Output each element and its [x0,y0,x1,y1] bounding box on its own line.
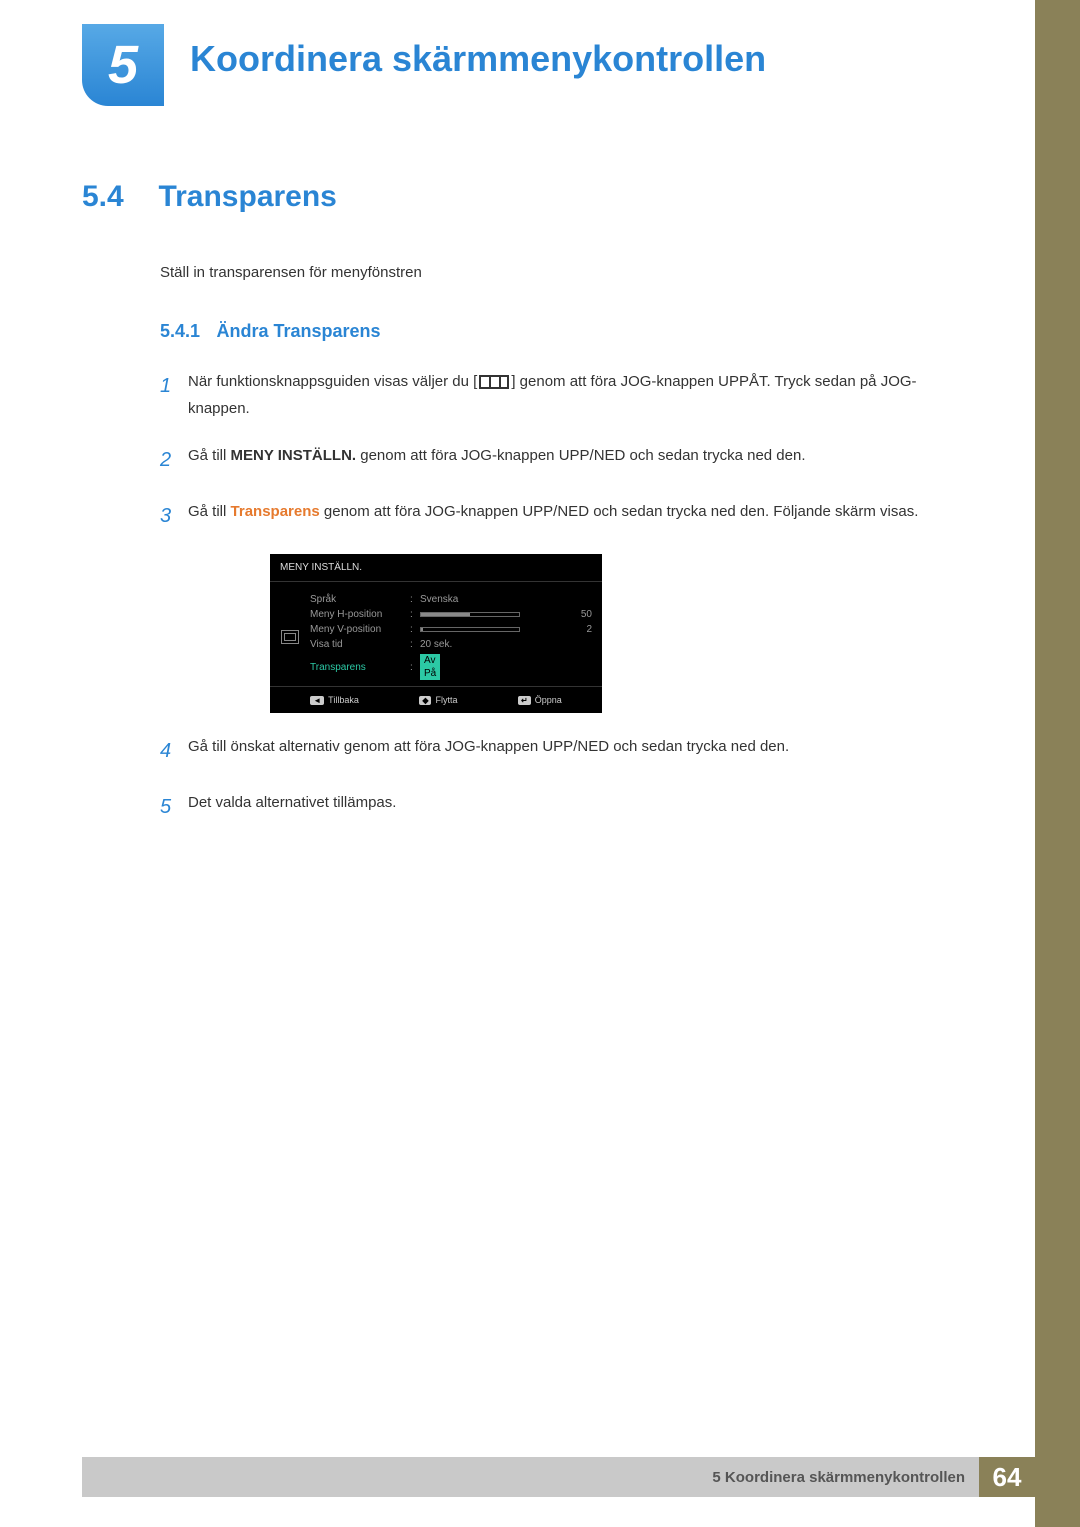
chapter-title: Koordinera skärmmenykontrollen [190,38,766,80]
osd-icon-column [270,592,310,682]
option-on: På [420,667,440,680]
osd-row-transparency: Transparens : Av På [310,652,602,682]
step-number: 3 [160,498,188,534]
menu-icon [479,375,509,389]
osd-footer: ◄Tillbaka ◆Flytta ↵Öppna [270,686,602,707]
step-text: Gå till MENY INSTÄLLN. genom att föra JO… [188,442,962,478]
section-title: Transparens [158,180,336,213]
step-text: När funktionsknappsguiden visas väljer d… [188,368,962,422]
step-text: Det valda alternativet tillämpas. [188,789,962,825]
step-number: 1 [160,368,188,422]
osd-row-language: Språk : Svenska [310,592,602,607]
settings-icon [281,630,299,644]
step-number: 5 [160,789,188,825]
osd-screenshot: MENY INSTÄLLN. Språk : Svenska Meny H-po… [270,554,602,713]
page-footer: 5 Koordinera skärmmenykontrollen 64 [82,1457,1035,1497]
step-text: Gå till önskat alternativ genom att föra… [188,733,962,769]
step-2: 2 Gå till MENY INSTÄLLN. genom att föra … [160,442,962,478]
chapter-number: 5 [108,34,138,96]
subsection-number: 5.4.1 [160,321,200,341]
step-5: 5 Det valda alternativet tillämpas. [160,789,962,825]
osd-back: ◄Tillbaka [310,695,359,705]
section-heading: 5.4 Transparens [82,180,962,214]
osd-open: ↵Öppna [518,695,562,705]
key-icon: ◄ [310,696,324,705]
option-off: Av [420,654,440,667]
step-text: Gå till Transparens genom att föra JOG-k… [188,498,962,534]
page-number: 64 [979,1457,1035,1497]
osd-row-hposition: Meny H-position : 50 [310,607,602,622]
section-intro: Ställ in transparensen för menyfönstren [160,264,962,281]
slider-icon [420,627,520,632]
osd-row-showtime: Visa tid : 20 sek. [310,637,602,652]
step-number: 4 [160,733,188,769]
subsection-title: Ändra Transparens [217,321,381,341]
subsection-heading: 5.4.1 Ändra Transparens [160,321,962,342]
step-number: 2 [160,442,188,478]
step-1: 1 När funktionsknappsguiden visas väljer… [160,368,962,422]
osd-move: ◆Flytta [419,695,457,705]
osd-row-vposition: Meny V-position : 2 [310,622,602,637]
step-4: 4 Gå till önskat alternativ genom att fö… [160,733,962,769]
chapter-badge: 5 [82,24,164,106]
section-number: 5.4 [82,180,154,214]
slider-icon [420,612,520,617]
side-stripe [1035,0,1080,1527]
step-3: 3 Gå till Transparens genom att föra JOG… [160,498,962,534]
key-icon: ↵ [518,696,531,705]
key-icon: ◆ [419,696,431,705]
osd-header: MENY INSTÄLLN. [270,554,602,582]
footer-title: 5 Koordinera skärmmenykontrollen [82,1457,979,1497]
